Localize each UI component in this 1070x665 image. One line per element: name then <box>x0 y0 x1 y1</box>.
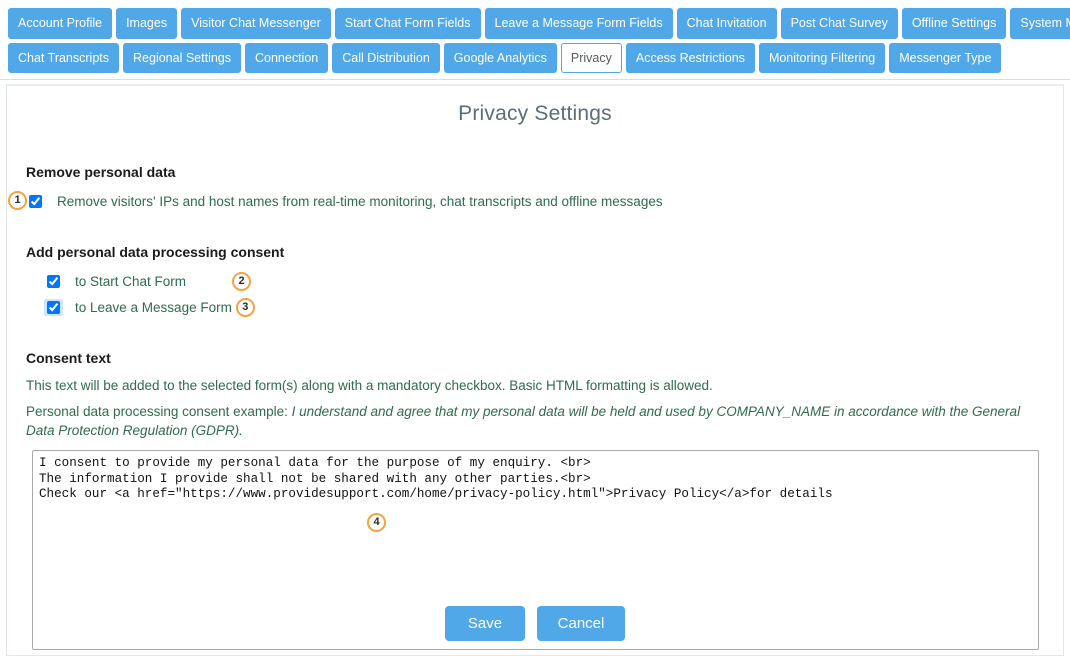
consent-text-description: This text will be added to the selected … <box>26 378 713 393</box>
start-chat-form-label: to Start Chat Form <box>75 273 187 289</box>
tab-offline-settings[interactable]: Offline Settings <box>901 8 1007 39</box>
tab-account-profile[interactable]: Account Profile <box>8 8 113 39</box>
tab-chat-transcripts[interactable]: Chat Transcripts <box>8 42 120 73</box>
tab-leave-a-message-form-fields[interactable]: Leave a Message Form Fields <box>484 8 673 39</box>
tab-start-chat-form-fields[interactable]: Start Chat Form Fields <box>334 8 481 39</box>
tab-system-messages[interactable]: System Messages <box>1010 8 1070 39</box>
remove-personal-data-row: 1 Remove visitors' IPs and host names fr… <box>8 190 1063 212</box>
content-panel: Privacy Settings Remove personal data 1 … <box>6 84 1064 656</box>
annotation-badge-1: 1 <box>8 191 27 210</box>
tab-messenger-type[interactable]: Messenger Type <box>889 42 1002 73</box>
cancel-button[interactable]: Cancel <box>537 606 625 641</box>
remove-personal-data-checkbox[interactable] <box>29 194 42 208</box>
consent-toggle-row-leave-message: to Leave a Message Form 3 <box>44 296 1063 318</box>
page-title: Privacy Settings <box>458 102 612 125</box>
tab-monitoring-filtering[interactable]: Monitoring Filtering <box>758 42 886 73</box>
consent-example-prefix: Personal data processing consent example… <box>26 404 292 420</box>
tab-row-primary: Account Profile Images Visitor Chat Messen… <box>8 8 1070 39</box>
settings-sections: Remove personal data 1 Remove visitors' … <box>7 164 1063 440</box>
tab-post-chat-survey[interactable]: Post Chat Survey <box>780 8 898 39</box>
save-button[interactable]: Save <box>445 606 525 641</box>
annotation-badge-3: 3 <box>235 297 255 317</box>
leave-message-form-checkbox[interactable] <box>47 300 60 314</box>
tab-chat-invitation[interactable]: Chat Invitation <box>676 8 777 39</box>
tab-call-distribution[interactable]: Call Distribution <box>332 42 440 73</box>
start-chat-form-checkbox[interactable] <box>47 274 60 288</box>
tab-images[interactable]: Images <box>116 8 178 39</box>
tab-google-analytics[interactable]: Google Analytics <box>443 42 557 73</box>
tab-privacy[interactable]: Privacy <box>560 42 622 73</box>
remove-personal-data-checkbox-wrap[interactable] <box>26 193 45 210</box>
form-actions: Save Cancel <box>7 606 1063 641</box>
consent-toggles-heading: Add personal data processing consent <box>26 244 285 260</box>
tab-regional-settings[interactable]: Regional Settings <box>123 42 241 73</box>
remove-personal-data-heading: Remove personal data <box>26 164 176 180</box>
start-chat-form-checkbox-wrap[interactable] <box>44 273 63 290</box>
settings-tab-bar: Account Profile Images Visitor Chat Messen… <box>0 0 1070 73</box>
tab-connection[interactable]: Connection <box>245 42 329 73</box>
annotation-badge-2: 2 <box>232 271 252 291</box>
consent-text-example: Personal data processing consent example… <box>26 402 1063 440</box>
consent-text-heading: Consent text <box>26 350 111 366</box>
tab-row-secondary: Chat Transcripts Regional Settings Connect… <box>8 42 1070 73</box>
leave-message-form-label: to Leave a Message Form <box>75 299 232 315</box>
header-divider <box>0 79 1070 80</box>
tab-visitor-chat-messenger[interactable]: Visitor Chat Messenger <box>181 8 331 39</box>
privacy-settings-page: Account Profile Images Visitor Chat Messen… <box>0 0 1070 665</box>
consent-toggle-row-start-chat: to Start Chat Form 2 <box>44 270 1063 292</box>
leave-message-form-checkbox-wrap[interactable] <box>44 298 63 316</box>
tab-access-restrictions[interactable]: Access Restrictions <box>625 42 755 73</box>
remove-personal-data-label: Remove visitors' IPs and host names from… <box>57 193 663 209</box>
